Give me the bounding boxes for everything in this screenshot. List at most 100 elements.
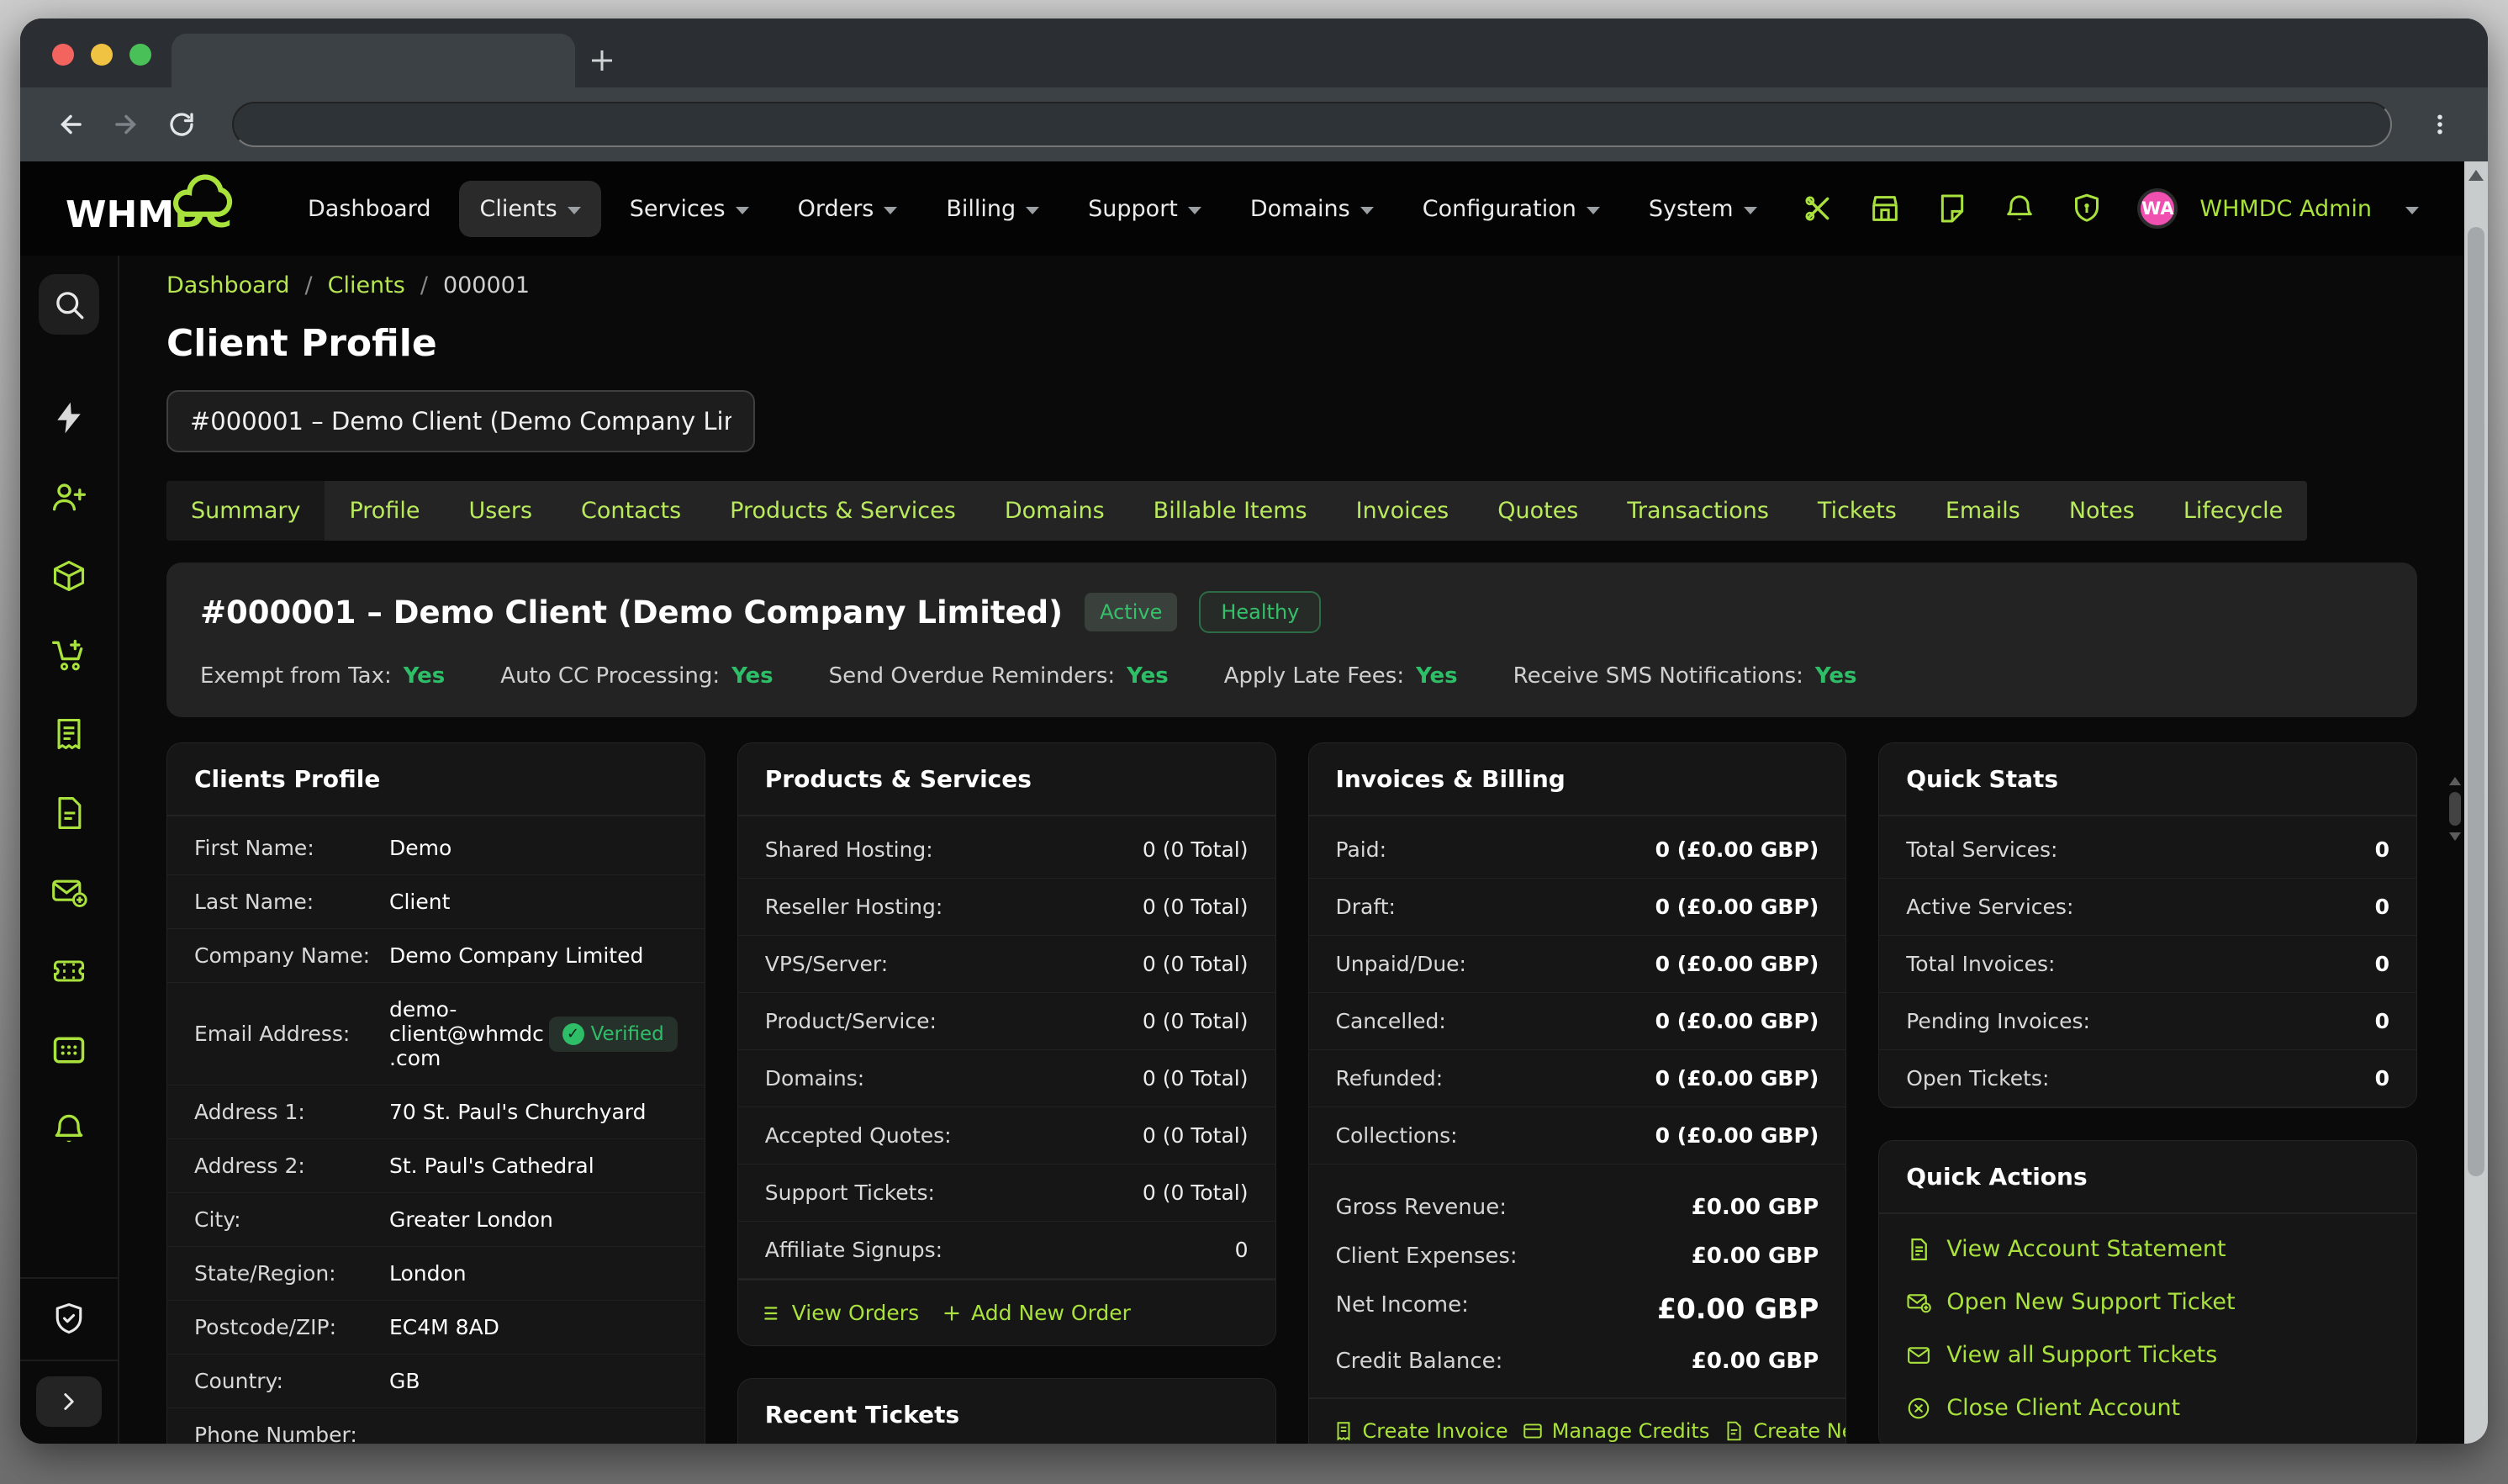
open-new-support-ticket-link[interactable]: Open New Support Ticket (1879, 1275, 2416, 1328)
shield-check-icon[interactable] (50, 1301, 87, 1338)
nav-item[interactable]: Domains (1230, 181, 1394, 237)
profile-row: First Name: Demo (167, 821, 705, 875)
nav-item[interactable]: Configuration (1402, 181, 1620, 237)
notes-icon[interactable] (1935, 192, 1969, 225)
chevron-down-icon[interactable] (2405, 207, 2419, 214)
browser-toolbar (20, 87, 2488, 161)
client-tab[interactable]: Notes (2045, 481, 2159, 541)
back-button[interactable] (54, 108, 87, 141)
breadcrumb-dashboard[interactable]: Dashboard (166, 272, 289, 298)
row-value: 70 St. Paul's Churchyard (389, 1100, 678, 1124)
nav-item[interactable]: Support (1068, 181, 1222, 237)
calendar-icon[interactable] (50, 1032, 87, 1069)
row-value: 0 (1235, 1238, 1249, 1262)
tab-label: Tickets (1818, 498, 1897, 524)
file-text-icon (1906, 1237, 1931, 1262)
tabs-mini-scrollbar[interactable] (2447, 777, 2463, 841)
user-avatar[interactable]: WA (2137, 188, 2178, 229)
client-tab[interactable]: Lifecycle (2159, 481, 2307, 541)
client-tab[interactable]: Quotes (1473, 481, 1602, 541)
create-new-quote-link[interactable]: Create New Quote (1723, 1419, 1846, 1443)
user-name[interactable]: WHMDC Admin (2199, 196, 2372, 222)
row-label: Client Expenses: (1336, 1244, 1518, 1269)
sidebar-expand-button[interactable] (36, 1376, 102, 1427)
client-tab[interactable]: Products & Services (705, 481, 980, 541)
view-orders-link[interactable]: View Orders (762, 1301, 919, 1325)
refresh-button[interactable] (165, 108, 198, 141)
client-tab[interactable]: Transactions (1602, 481, 1793, 541)
shield-icon[interactable] (2070, 192, 2104, 225)
view-all-support-tickets-link[interactable]: View all Support Tickets (1879, 1328, 2416, 1381)
client-tab[interactable]: Domains (980, 481, 1129, 541)
tab-label: Profile (349, 498, 420, 524)
nav-item[interactable]: Clients (459, 181, 600, 237)
nav-item[interactable]: Dashboard (288, 181, 451, 237)
scroll-up-arrow-icon[interactable] (2449, 777, 2461, 785)
revenue-row: Net Income: £0.00 GBP (1309, 1281, 1846, 1337)
status-badge: Active (1085, 593, 1177, 631)
close-window-button[interactable] (52, 44, 74, 66)
browser-menu-button[interactable] (2426, 108, 2454, 141)
mail-plus-icon[interactable] (50, 874, 87, 911)
view-account-statement-link[interactable]: View Account Statement (1879, 1223, 2416, 1275)
create-invoice-link[interactable]: Create Invoice (1333, 1419, 1508, 1443)
sidebar-search-button[interactable] (39, 274, 99, 335)
plus-icon (941, 1302, 963, 1324)
add-new-order-link[interactable]: Add New Order (941, 1301, 1131, 1325)
breadcrumb-clients[interactable]: Clients (328, 272, 405, 298)
stat-row: Shared Hosting: 0 (0 Total) (738, 821, 1275, 879)
client-tab[interactable]: Contacts (557, 481, 705, 541)
forward-button[interactable] (109, 108, 143, 141)
tab-label: Summary (191, 498, 300, 524)
client-tab[interactable]: Summary (166, 481, 325, 541)
client-tab[interactable]: Billable Items (1129, 481, 1332, 541)
brand-logo[interactable]: WHMDC (66, 182, 232, 236)
stat-row: Affiliate Signups: 0 (738, 1222, 1275, 1279)
row-label: Active Services: (1906, 895, 2073, 919)
client-tab[interactable]: Invoices (1332, 481, 1474, 541)
profile-row: Email Address: demo-client@whmdc.com Ver… (167, 983, 705, 1085)
bell-icon[interactable] (2003, 192, 2036, 225)
client-tab[interactable]: Users (444, 481, 557, 541)
bolt-icon[interactable] (50, 399, 87, 436)
address-bar[interactable] (232, 102, 2392, 147)
ticket-icon[interactable] (50, 953, 87, 990)
nav-item-label: Clients (479, 196, 557, 222)
row-value: £0.00 GBP (1692, 1244, 1819, 1269)
client-tab[interactable]: Emails (1921, 481, 2045, 541)
new-tab-button[interactable] (575, 34, 629, 87)
page-scrollbar[interactable] (2464, 161, 2488, 1444)
row-label: Phone Number: (194, 1423, 389, 1444)
list-icon (762, 1302, 784, 1324)
user-plus-icon[interactable] (50, 478, 87, 515)
client-tab[interactable]: Profile (325, 481, 444, 541)
nav-item[interactable]: Billing (926, 181, 1059, 237)
client-selector-input[interactable] (166, 390, 755, 452)
close-client-account-link[interactable]: Close Client Account (1879, 1381, 2416, 1434)
nav-item[interactable]: Services (610, 181, 769, 237)
scroll-up-arrow-icon[interactable] (2468, 170, 2484, 181)
nav-item[interactable]: Orders (778, 181, 918, 237)
storefront-icon[interactable] (1868, 192, 1902, 225)
scrollbar-thumb[interactable] (2468, 227, 2484, 1176)
client-tabs: Summary Profile Users Contacts Products … (166, 481, 2307, 541)
maximize-window-button[interactable] (129, 44, 151, 66)
receipt-icon[interactable] (50, 716, 87, 753)
manage-credits-link[interactable]: Manage Credits (1522, 1419, 1710, 1443)
bell-icon[interactable] (50, 1111, 87, 1148)
browser-tab[interactable] (172, 34, 575, 87)
tools-icon[interactable] (1801, 192, 1835, 225)
client-tab[interactable]: Tickets (1793, 481, 1921, 541)
package-icon[interactable] (50, 557, 87, 594)
nav-item[interactable]: System (1629, 181, 1777, 237)
minimize-window-button[interactable] (91, 44, 113, 66)
file-text-icon[interactable] (50, 795, 87, 832)
icon-sidebar (20, 256, 119, 1444)
main-menu: Dashboard Clients Services (288, 181, 1777, 237)
chevron-right-icon (55, 1387, 83, 1416)
scroll-down-arrow-icon[interactable] (2449, 832, 2461, 841)
mini-scrollbar-thumb[interactable] (2449, 792, 2461, 826)
mail-icon (1906, 1343, 1931, 1368)
cart-plus-icon[interactable] (50, 636, 87, 673)
profile-row: State/Region: London (167, 1247, 705, 1301)
